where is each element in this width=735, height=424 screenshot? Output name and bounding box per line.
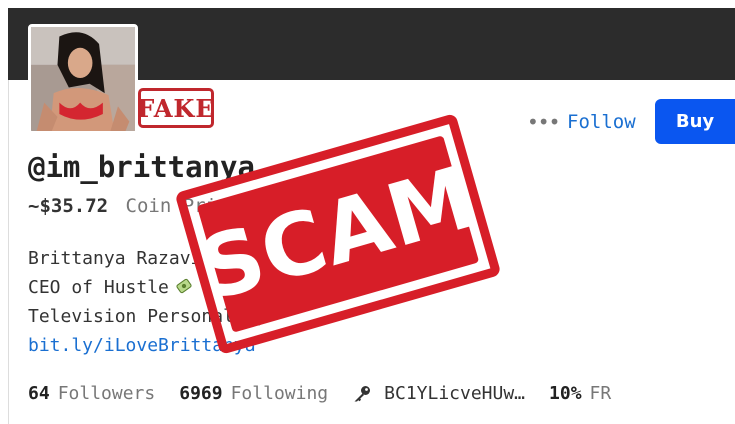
username: @im_brittanya — [28, 150, 255, 184]
follow-button[interactable]: Follow — [567, 111, 636, 133]
avatar-image — [31, 27, 135, 131]
key-icon — [354, 385, 371, 401]
more-dots-icon[interactable]: ••• — [527, 112, 560, 132]
wallet-address[interactable]: BC1YLicveHUw… — [384, 383, 525, 404]
founder-reward-percent: 10% — [549, 383, 582, 404]
fake-stamp: FAKE — [137, 88, 215, 128]
fake-stamp-label: FAKE — [137, 93, 215, 123]
founder-reward-label: FR — [589, 383, 612, 404]
profile-stats: 64 Followers 6969 Following BC1YLicveHUw… — [28, 383, 611, 404]
following-count[interactable]: 6969 — [179, 383, 222, 404]
coin-price-value: ~$35.72 — [28, 195, 109, 217]
buy-button[interactable]: Buy — [655, 99, 735, 144]
followers-label[interactable]: Followers — [58, 383, 156, 404]
avatar[interactable] — [28, 24, 138, 134]
following-label[interactable]: Following — [231, 383, 329, 404]
bio-line: CEO of Hustle — [28, 277, 169, 298]
followers-count[interactable]: 64 — [28, 383, 50, 404]
money-emoji-icon — [176, 278, 192, 294]
